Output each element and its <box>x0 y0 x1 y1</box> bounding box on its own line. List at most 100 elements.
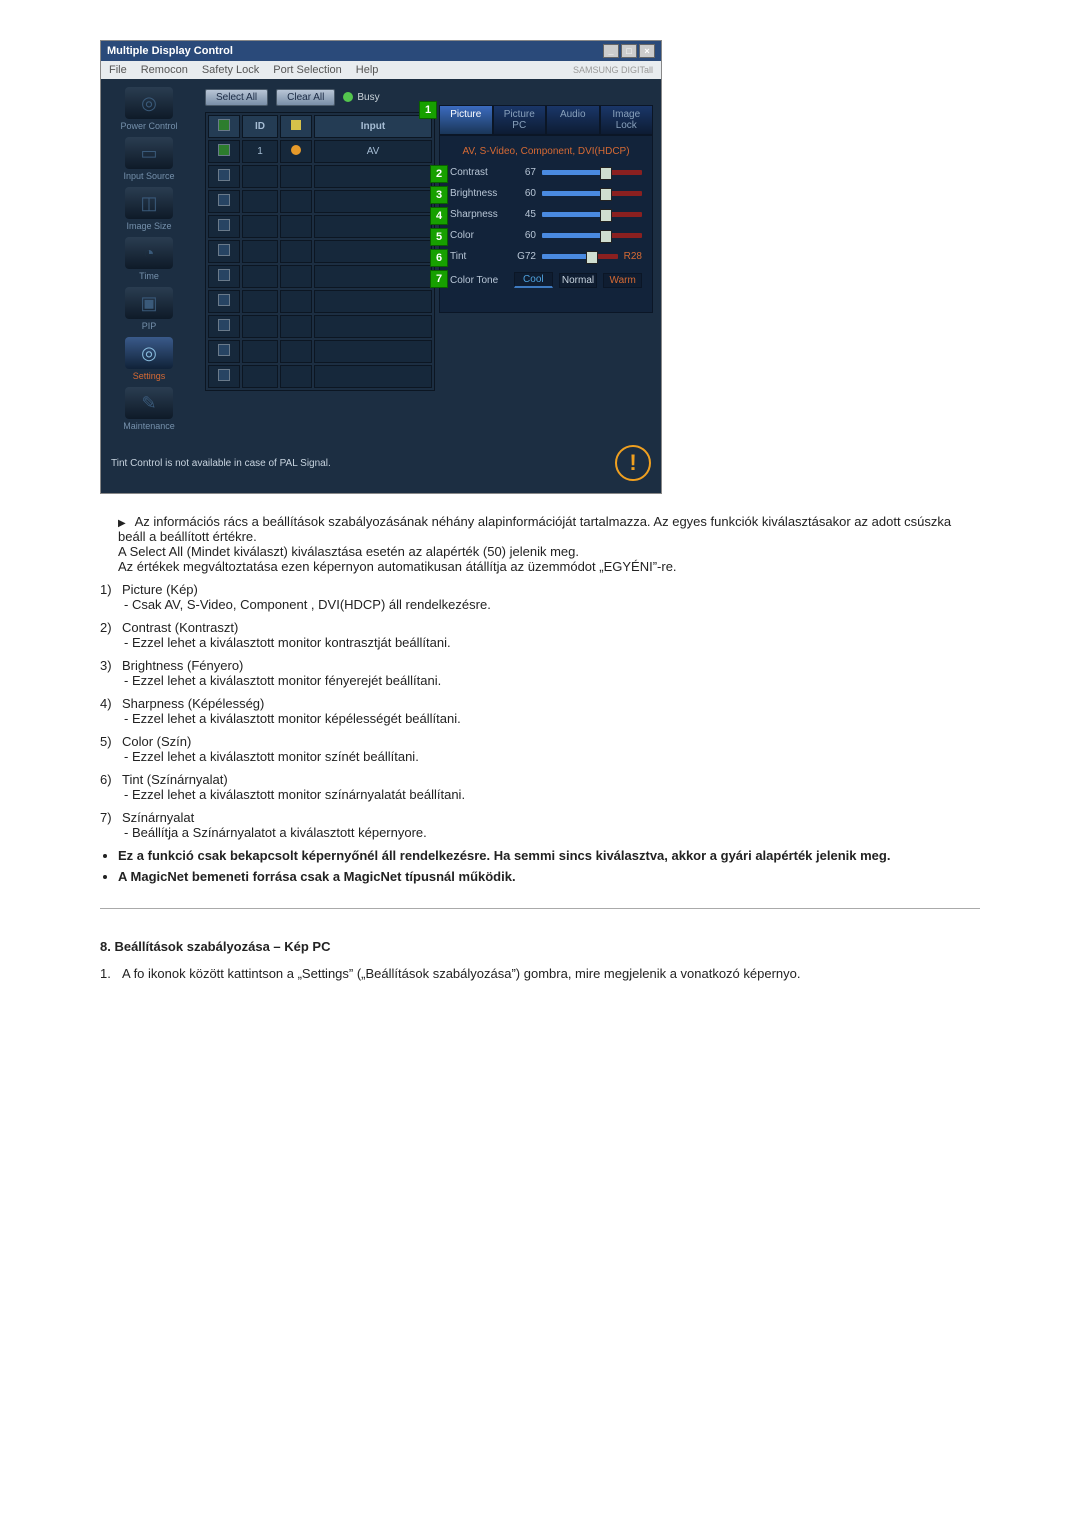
row-checkbox[interactable] <box>218 194 230 206</box>
row-checkbox[interactable] <box>218 169 230 181</box>
slider-value: 45 <box>514 209 536 220</box>
slider-sharpness[interactable]: 4Sharpness45 <box>450 209 642 220</box>
callout-4: 4 <box>430 207 448 225</box>
cell-id: 1 <box>242 140 278 163</box>
callout-1: 1 <box>419 101 437 119</box>
input-icon: ▭ <box>125 137 173 169</box>
slider-label: Brightness <box>450 188 508 199</box>
sidebar-item-pip[interactable]: ▣PIP <box>107 287 191 331</box>
tab-image-lock[interactable]: Image Lock <box>600 105 654 135</box>
warning-icon: ! <box>615 445 651 481</box>
sidebar-item-maintenance[interactable]: ✎Maintenance <box>107 387 191 431</box>
clear-all-button[interactable]: Clear All <box>276 89 335 106</box>
slider-label: Contrast <box>450 167 508 178</box>
item-1: 1) Picture (Kép) <box>100 582 980 597</box>
sidebar-item-settings[interactable]: ◎Settings <box>107 337 191 381</box>
item-number: 6) <box>100 772 116 787</box>
sidebar-item-time[interactable]: ◔Time <box>107 237 191 281</box>
tone-cool-button[interactable]: Cool <box>514 272 553 288</box>
slider-track[interactable] <box>542 212 642 217</box>
menu-file[interactable]: File <box>109 64 127 76</box>
intro-line: Az információs rács a beállítások szabál… <box>118 514 951 544</box>
note-item: A MagicNet bemeneti forrása csak a Magic… <box>118 869 980 884</box>
item-title: Picture (Kép) <box>122 582 198 597</box>
table-row[interactable]: 1 AV <box>208 140 432 163</box>
item-sub: - Ezzel lehet a kiválasztott monitor fén… <box>124 673 980 688</box>
callout-6: 6 <box>430 249 448 267</box>
slider-track[interactable] <box>542 191 642 196</box>
minimize-icon[interactable]: _ <box>603 44 619 58</box>
sidebar-item-input-source[interactable]: ▭ Input Source <box>107 137 191 181</box>
slider-color[interactable]: 5Color60 <box>450 230 642 241</box>
sidebar-item-power-control[interactable]: ◎Power Control <box>107 87 191 131</box>
step-text: A fo ikonok között kattintson a „Setting… <box>122 966 801 981</box>
item-sub: - Ezzel lehet a kiválasztott monitor szí… <box>124 787 980 802</box>
row-checkbox[interactable] <box>218 269 230 281</box>
sidebar-item-label: Input Source <box>123 171 174 181</box>
close-icon[interactable]: × <box>639 44 655 58</box>
section-8-step: 1. A fo ikonok között kattintson a „Sett… <box>100 966 980 981</box>
image-size-icon: ◫ <box>125 187 173 219</box>
settings-icon: ◎ <box>125 337 173 369</box>
intro-list: Az információs rács a beállítások szabál… <box>100 514 980 574</box>
menu-help[interactable]: Help <box>356 64 379 76</box>
slider-value: 60 <box>514 188 536 199</box>
divider <box>100 908 980 909</box>
item-title: Tint (Színárnyalat) <box>122 772 228 787</box>
row-checkbox[interactable] <box>218 144 230 156</box>
row-checkbox[interactable] <box>218 319 230 331</box>
callout-5: 5 <box>430 228 448 246</box>
slider-brightness[interactable]: 3Brightness60 <box>450 188 642 199</box>
slider-label: Color <box>450 230 508 241</box>
item-sub: - Beállítja a Színárnyalatot a kiválaszt… <box>124 825 980 840</box>
note-item: Ez a funkció csak bekapcsolt képernyőnél… <box>118 848 980 863</box>
status-message: Tint Control is not available in case of… <box>111 458 331 469</box>
item-title: Sharpness (Képélesség) <box>122 696 264 711</box>
slider-track[interactable] <box>542 170 642 175</box>
busy-indicator: Busy <box>343 92 379 103</box>
slider-value: 67 <box>514 167 536 178</box>
status-header-icon <box>291 120 301 130</box>
tone-normal-button[interactable]: Normal <box>559 273 598 288</box>
sidebar-item-image-size[interactable]: ◫ Image Size <box>107 187 191 231</box>
item-sub: - Ezzel lehet a kiválasztott monitor szí… <box>124 749 980 764</box>
maintenance-icon: ✎ <box>125 387 173 419</box>
sidebar-item-label: Image Size <box>126 221 171 231</box>
menu-safety-lock[interactable]: Safety Lock <box>202 64 259 76</box>
row-checkbox[interactable] <box>218 369 230 381</box>
tone-warm-button[interactable]: Warm <box>603 273 642 288</box>
slider-track[interactable] <box>542 254 618 259</box>
menu-remocon[interactable]: Remocon <box>141 64 188 76</box>
numbered-items: 1)Picture (Kép) - Csak AV, S-Video, Comp… <box>100 582 980 840</box>
power-icon: ◎ <box>125 87 173 119</box>
row-checkbox[interactable] <box>218 344 230 356</box>
select-all-button[interactable]: Select All <box>205 89 268 106</box>
tab-picture-pc[interactable]: Picture PC <box>493 105 547 135</box>
row-checkbox[interactable] <box>218 244 230 256</box>
window-title: Multiple Display Control <box>107 45 233 57</box>
col-id: ID <box>242 115 278 138</box>
section-8-title: 8. Beállítások szabályozása – Kép PC <box>100 939 980 954</box>
item-number: 1) <box>100 582 116 597</box>
slider-contrast[interactable]: 2Contrast67 <box>450 167 642 178</box>
tab-picture[interactable]: Picture <box>439 105 493 135</box>
slider-track[interactable] <box>542 233 642 238</box>
note-text: A MagicNet bemeneti forrása csak a Magic… <box>118 869 516 884</box>
header-checkbox[interactable] <box>218 119 230 131</box>
intro-text: Az információs rács a beállítások szabál… <box>118 514 980 574</box>
row-checkbox[interactable] <box>218 219 230 231</box>
maximize-icon[interactable]: □ <box>621 44 637 58</box>
display-grid: ID Input 1 AV <box>205 112 435 391</box>
slider-tint[interactable]: 6TintG72R28 <box>450 251 642 262</box>
slider-value: G72 <box>514 251 536 262</box>
table-row <box>208 265 432 288</box>
tint-right: R28 <box>624 251 642 262</box>
app-window: Multiple Display Control _ □ × File Remo… <box>100 40 662 494</box>
status-bar: Tint Control is not available in case of… <box>101 439 661 493</box>
tab-audio[interactable]: Audio <box>546 105 600 135</box>
menu-port-selection[interactable]: Port Selection <box>273 64 341 76</box>
callout-2: 2 <box>430 165 448 183</box>
table-row <box>208 365 432 388</box>
item-7: 7)Színárnyalat <box>100 810 980 825</box>
row-checkbox[interactable] <box>218 294 230 306</box>
